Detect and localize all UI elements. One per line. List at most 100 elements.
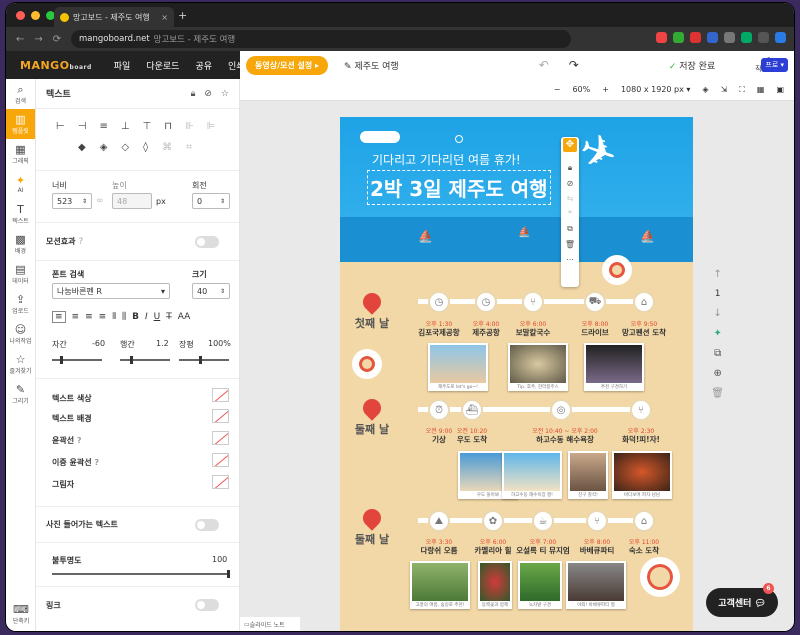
- forward-icon[interactable]: →: [34, 34, 42, 45]
- magic-icon[interactable]: ✦: [713, 328, 721, 339]
- photo-card[interactable]: 동백꽃과 함께: [478, 561, 512, 609]
- fit-icon[interactable]: ⛶: [739, 85, 745, 95]
- mangoboard-logo[interactable]: MANGOboard: [20, 59, 92, 72]
- quote-icon[interactable]: ❝: [568, 209, 572, 218]
- nav-data[interactable]: ▤ 데이터: [6, 259, 35, 289]
- line-height-slider[interactable]: [120, 356, 170, 364]
- photo-text-toggle[interactable]: [195, 518, 219, 531]
- video-motion-button[interactable]: 동영상/모션 설정 ▸: [246, 55, 329, 75]
- page-up-icon[interactable]: ↑: [713, 269, 721, 280]
- zoom-out-button[interactable]: −: [554, 85, 561, 94]
- move-handle-icon[interactable]: ✥: [563, 138, 577, 152]
- poster-title[interactable]: 2박 3일 제주도 여행: [367, 170, 551, 205]
- shadow-swatch[interactable]: [212, 475, 229, 489]
- add-page-icon[interactable]: ⊕: [713, 368, 721, 379]
- align-icons[interactable]: ⊢ ⊣ ≡ ⊥ ⊤ ⊓ ⊪ ⊫: [46, 121, 229, 132]
- bold-button[interactable]: B: [132, 312, 139, 322]
- nav-draw[interactable]: ✎ 그리기: [6, 379, 35, 409]
- text-color-swatch[interactable]: [212, 388, 229, 402]
- italic-button[interactable]: I: [145, 312, 148, 322]
- align-left-icon[interactable]: ≡: [52, 311, 66, 323]
- layer-icons[interactable]: ◆ ◈ ◇ ◊ ⌘ ⌗: [46, 142, 229, 153]
- canvas-size-select[interactable]: 1080 x 1920 px ▾: [621, 85, 690, 94]
- link-ratio-icon[interactable]: ∞: [96, 196, 104, 206]
- nav-my-work[interactable]: ☺ 나의작업: [6, 319, 35, 349]
- menu-share[interactable]: 공유: [195, 59, 212, 72]
- duplicate-page-icon[interactable]: ⧉: [714, 348, 721, 359]
- justify-icon[interactable]: ≡: [99, 312, 107, 322]
- stretch-slider[interactable]: [179, 356, 229, 364]
- layers-icon[interactable]: ◈: [702, 85, 708, 94]
- new-tab-button[interactable]: +: [178, 9, 187, 22]
- delete-icon[interactable]: 🗑︎: [565, 240, 575, 249]
- doc-title[interactable]: ✎ 제주도 여행: [344, 59, 399, 72]
- rotate-field[interactable]: 0 ⇕: [192, 193, 230, 209]
- font-select[interactable]: 나눔바른펜 R ▾: [52, 283, 170, 299]
- help-icon[interactable]: ?: [78, 237, 83, 247]
- nav-favorites[interactable]: ☆ 즐겨찾기: [6, 349, 35, 379]
- motion-toggle[interactable]: [195, 235, 219, 248]
- browser-tab[interactable]: 망고보드 - 제주도 여행 ×: [54, 7, 174, 27]
- day-label[interactable]: 첫째 날: [352, 289, 392, 331]
- vertical-text-icon[interactable]: ⫴: [112, 312, 116, 322]
- zoom-in-button[interactable]: +: [602, 85, 609, 94]
- nav-text[interactable]: T 텍스트: [6, 199, 35, 229]
- resize-icon[interactable]: ⇲: [721, 85, 728, 94]
- window-controls[interactable]: [16, 11, 55, 20]
- spacing-slider[interactable]: [52, 356, 102, 364]
- photo-card[interactable]: 하고수동 해수욕장 짱!: [502, 451, 562, 499]
- text-format-toolbar[interactable]: ≡ ≡ ≡ ≡ ⫴ ⫼ B I U T̶ AA: [52, 311, 190, 323]
- poster-subtitle[interactable]: 기다리고 기다리던 여름 휴가!: [372, 151, 521, 168]
- nav-background[interactable]: ▩ 배경: [6, 229, 35, 259]
- day-label[interactable]: 둘째 날: [352, 505, 392, 547]
- photo-card[interactable]: 고풍의 여름, 숲길로 추천!: [410, 561, 470, 609]
- rotate-handle-icon[interactable]: [455, 135, 463, 143]
- photo-card[interactable]: 제주도로 let's go~!: [428, 343, 488, 391]
- outline-swatch[interactable]: [212, 431, 229, 445]
- photo-card[interactable]: 녹차밭 구경: [518, 561, 562, 609]
- slide-notes-button[interactable]: ▭ 슬라이드 노트: [240, 617, 300, 631]
- poster-canvas[interactable]: ✈ ⛵ ⛵ ⛵ 기다리고 기다리던 여름 휴가! 2박 3일 제주도 여행 첫째…: [340, 117, 693, 631]
- favorite-star-icon[interactable]: ☆: [221, 89, 229, 99]
- opacity-slider[interactable]: [52, 570, 230, 578]
- customer-center-button[interactable]: 고객센터 💬︎ 6: [706, 583, 778, 617]
- flip-icon[interactable]: ⇆: [567, 194, 574, 203]
- menu-download[interactable]: 다운로드: [146, 59, 179, 72]
- copy-icon[interactable]: ⧉: [567, 224, 573, 234]
- delete-page-icon[interactable]: 🗑︎: [711, 388, 724, 399]
- page-down-icon[interactable]: ↓: [713, 308, 721, 319]
- vertical-align-icon[interactable]: ⫼: [122, 312, 126, 322]
- help-icon[interactable]: ?: [94, 458, 99, 467]
- photo-card[interactable]: 친구 찰칵!: [568, 451, 608, 499]
- photo-card[interactable]: Tip. 후추, 한라봉주스: [508, 343, 568, 391]
- nav-graphic[interactable]: ▦ 그래픽: [6, 139, 35, 169]
- day-label[interactable]: 둘째 날: [352, 395, 392, 437]
- extension-icons[interactable]: [656, 32, 786, 43]
- text-bg-swatch[interactable]: [212, 409, 229, 423]
- redo-icon[interactable]: ↷: [569, 58, 579, 72]
- strike-button[interactable]: T̶: [166, 312, 172, 322]
- pro-button[interactable]: 프로 ▾: [761, 58, 788, 72]
- back-icon[interactable]: ←: [16, 34, 24, 45]
- nav-search[interactable]: ⌕ 검색: [6, 79, 35, 109]
- no-effect-icon[interactable]: ⊘: [204, 89, 212, 99]
- height-field[interactable]: 48: [112, 193, 152, 209]
- url-field[interactable]: mangoboard.net 망고보드 - 제주도 여행: [71, 30, 571, 48]
- zoom-level[interactable]: 60%: [572, 85, 590, 94]
- no-effect-icon[interactable]: ⊘: [567, 179, 574, 188]
- pages-icon[interactable]: ▣: [776, 85, 784, 94]
- reload-icon[interactable]: ⟳: [53, 34, 61, 45]
- undo-icon[interactable]: ↶: [539, 58, 549, 72]
- help-icon[interactable]: ?: [77, 436, 82, 445]
- align-center-icon[interactable]: ≡: [72, 312, 80, 322]
- link-toggle[interactable]: [195, 599, 219, 611]
- lock-icon[interactable]: 🔒︎: [568, 163, 572, 173]
- photo-card[interactable]: 추천 구경하기: [584, 343, 644, 391]
- font-size-field[interactable]: 40 ⇕: [192, 283, 230, 299]
- double-outline-swatch[interactable]: [212, 453, 229, 467]
- tab-close-icon[interactable]: ×: [161, 13, 168, 22]
- nav-shortcuts[interactable]: ⌨ 단축키: [6, 599, 36, 629]
- nav-ai[interactable]: ✦ AI: [6, 169, 35, 199]
- align-right-icon[interactable]: ≡: [85, 312, 93, 322]
- lock-icon[interactable]: 🔒︎: [191, 89, 196, 99]
